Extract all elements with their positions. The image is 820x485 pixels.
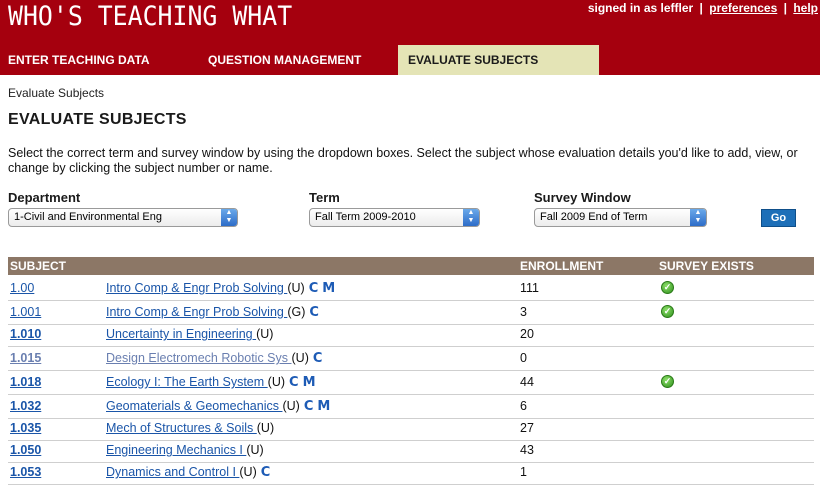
subject-number-link[interactable]: 1.035	[10, 421, 41, 435]
enrollment-value: 111	[520, 281, 540, 295]
signed-in-text: signed in as leffler	[587, 1, 694, 15]
table-row: 1.032 Geomaterials & Geomechanics (U) C M 6	[8, 395, 814, 419]
table-row: 1.001 Intro Comp & Engr Prob Solving (G) C…	[8, 301, 814, 325]
subject-name-link[interactable]: Ecology I: The Earth System	[106, 375, 268, 389]
enrollment-value: 27	[520, 421, 534, 435]
subject-level: (U)	[256, 327, 274, 341]
subject-name-cell: Intro Comp & Engr Prob Solving (G) C	[106, 305, 319, 320]
subject-level: (U)	[239, 465, 257, 479]
c-badge-icon[interactable]: C	[261, 465, 271, 480]
subject-name-link[interactable]: Intro Comp & Engr Prob Solving	[106, 281, 287, 295]
enrollment-value: 6	[520, 399, 527, 413]
link-separator: |	[783, 1, 787, 15]
subject-name-cell: Engineering Mechanics I (U)	[106, 443, 264, 457]
subject-level: (U)	[246, 443, 264, 457]
table-header: SUBJECT ENROLLMENT SURVEY EXISTS	[8, 257, 814, 275]
subject-number-link[interactable]: 1.050	[10, 443, 41, 457]
subject-name-cell: Ecology I: The Earth System (U) C M	[106, 375, 316, 390]
enrollment-value: 3	[520, 305, 527, 319]
survey-exists-check-icon: ✓	[661, 305, 674, 318]
survey-exists-check-icon: ✓	[661, 281, 674, 294]
subject-name-link[interactable]: Geomaterials & Geomechanics	[106, 399, 282, 413]
subject-number-link[interactable]: 1.001	[10, 305, 41, 319]
survey-exists-column-header: SURVEY EXISTS	[659, 259, 754, 273]
user-links: signed in as leffler | preferences | hel…	[588, 1, 818, 15]
table-row: 1.018 Ecology I: The Earth System (U) C M 44…	[8, 371, 814, 395]
subject-level: (U)	[291, 351, 309, 365]
subject-name-cell: Design Electromech Robotic Sys (U) C	[106, 351, 322, 366]
link-separator: |	[699, 1, 703, 15]
subject-number-link[interactable]: 1.053	[10, 465, 41, 479]
enrollment-value: 20	[520, 327, 534, 341]
c-badge-icon[interactable]: C	[304, 399, 314, 414]
select-arrows-icon: ▲ ▼	[690, 209, 706, 226]
subject-level: (U)	[267, 375, 286, 389]
tab-question-management[interactable]: QUESTION MANAGEMENT	[208, 45, 361, 75]
select-arrows-icon: ▲ ▼	[463, 209, 479, 226]
table-row: 1.00 Intro Comp & Engr Prob Solving (U) C M…	[8, 277, 814, 301]
department-select-value: 1-Civil and Environmental Eng	[14, 211, 162, 223]
c-badge-icon[interactable]: C	[309, 305, 319, 320]
subject-level: (G)	[287, 305, 306, 319]
subject-name-link[interactable]: Design Electromech Robotic Sys	[106, 351, 292, 365]
subject-level: (U)	[287, 281, 305, 295]
term-label: Term	[309, 190, 340, 205]
tab-enter-teaching-data[interactable]: ENTER TEACHING DATA	[8, 45, 150, 75]
subject-number-link[interactable]: 1.00	[10, 281, 34, 295]
subject-level: (U)	[282, 399, 300, 413]
survey-exists-check-icon: ✓	[661, 375, 674, 388]
subject-name-cell: Geomaterials & Geomechanics (U) C M	[106, 399, 330, 414]
subject-name-link[interactable]: Dynamics and Control I	[106, 465, 239, 479]
c-badge-icon[interactable]: C	[289, 375, 299, 390]
page-title: EVALUATE SUBJECTS	[8, 111, 187, 128]
department-label: Department	[8, 190, 81, 205]
term-select-value: Fall Term 2009-2010	[315, 211, 416, 223]
subject-level: (U)	[256, 421, 275, 435]
table-row: 1.035 Mech of Structures & Soils (U) 27	[8, 417, 814, 441]
breadcrumb: Evaluate Subjects	[8, 86, 105, 100]
subject-name-cell: Intro Comp & Engr Prob Solving (U) C M	[106, 281, 335, 296]
subject-name-link[interactable]: Engineering Mechanics I	[106, 443, 246, 457]
table-row: 1.050 Engineering Mechanics I (U) 43	[8, 439, 814, 463]
table-row: 1.053 Dynamics and Control I (U) C 1	[8, 461, 814, 485]
enrollment-value: 44	[520, 375, 534, 389]
app-title: WHO'S TEACHING WHAT	[8, 1, 293, 32]
term-select[interactable]: Fall Term 2009-2010 ▲ ▼	[309, 208, 480, 227]
enrollment-value: 43	[520, 443, 534, 457]
subject-name-link[interactable]: Uncertainty in Engineering	[106, 327, 256, 341]
top-banner: WHO'S TEACHING WHAT signed in as leffler…	[0, 0, 820, 75]
table-row: 1.010 Uncertainty in Engineering (U) 20	[8, 323, 814, 347]
subject-number-link[interactable]: 1.015	[10, 351, 41, 365]
subject-name-cell: Dynamics and Control I (U) C	[106, 465, 270, 480]
instructions-text: Select the correct term and survey windo…	[8, 146, 798, 175]
subject-name-link[interactable]: Mech of Structures & Soils	[106, 421, 257, 435]
subject-name-link[interactable]: Intro Comp & Engr Prob Solving	[106, 305, 287, 319]
c-badge-icon[interactable]: C	[309, 281, 319, 296]
go-button[interactable]: Go	[761, 209, 796, 227]
survey-window-select[interactable]: Fall 2009 End of Term ▲ ▼	[534, 208, 707, 227]
subject-column-header: SUBJECT	[10, 259, 67, 273]
department-select[interactable]: 1-Civil and Environmental Eng ▲ ▼	[8, 208, 238, 227]
enrollment-value: 1	[520, 465, 527, 479]
m-badge-icon[interactable]: M	[317, 399, 330, 414]
subject-name-cell: Uncertainty in Engineering (U)	[106, 327, 273, 341]
tab-evaluate-subjects[interactable]: EVALUATE SUBJECTS	[398, 45, 599, 75]
m-badge-icon[interactable]: M	[322, 281, 335, 296]
enrollment-value: 0	[520, 351, 527, 365]
m-badge-icon[interactable]: M	[303, 375, 316, 390]
enrollment-column-header: ENROLLMENT	[520, 259, 604, 273]
subject-number-link[interactable]: 1.010	[10, 327, 41, 341]
survey-window-label: Survey Window	[534, 190, 631, 205]
c-badge-icon[interactable]: C	[313, 351, 323, 366]
subject-number-link[interactable]: 1.018	[10, 375, 41, 389]
table-row: 1.015 Design Electromech Robotic Sys (U) C…	[8, 347, 814, 371]
preferences-link[interactable]: preferences	[709, 1, 777, 15]
help-link[interactable]: help	[793, 1, 818, 15]
survey-window-select-value: Fall 2009 End of Term	[540, 211, 648, 223]
subject-number-link[interactable]: 1.032	[10, 399, 41, 413]
select-arrows-icon: ▲ ▼	[221, 209, 237, 226]
subject-name-cell: Mech of Structures & Soils (U)	[106, 421, 274, 435]
